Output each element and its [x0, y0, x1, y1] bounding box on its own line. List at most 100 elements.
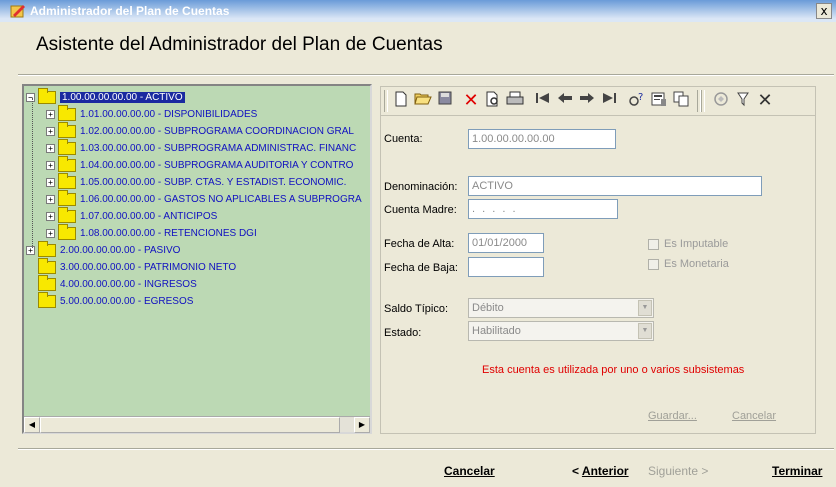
next-record-icon[interactable]	[577, 91, 597, 111]
title-bar: Administrador del Plan de Cuentas x	[0, 0, 836, 22]
account-form	[380, 116, 816, 434]
fecha-baja-field[interactable]	[468, 257, 544, 277]
chevron-down-icon[interactable]: ▼	[638, 323, 652, 339]
close-button[interactable]: x	[816, 3, 832, 19]
anterior-button[interactable]: < Anterior	[572, 464, 629, 478]
delete-icon[interactable]: ✕	[461, 91, 481, 111]
filter-icon[interactable]	[733, 91, 753, 111]
account-tree[interactable]: − 1.00.00.00.00.00 - ACTIVO +1.01.00.00.00…	[22, 84, 372, 434]
expand-icon[interactable]: +	[46, 228, 55, 238]
folder-icon	[58, 206, 76, 223]
tree-item[interactable]: +1.04.00.00.00.00 - SUBPROGRAMA AUDITORI…	[46, 155, 353, 174]
es-imputable-checkbox[interactable]: Es Imputable	[648, 238, 728, 250]
previous-record-icon[interactable]	[555, 91, 575, 111]
siguiente-button[interactable]: Siguiente >	[648, 464, 708, 478]
expand-icon[interactable]: +	[46, 211, 55, 221]
folder-icon	[58, 104, 76, 121]
expand-icon[interactable]: +	[46, 194, 55, 204]
search-help-icon[interactable]: ?	[627, 91, 647, 111]
tree-item-label: 2.00.00.00.00.00 - PASIVO	[60, 244, 181, 256]
last-record-icon[interactable]	[599, 91, 619, 111]
tree-item[interactable]: +2.00.00.00.00.00 - PASIVO	[26, 240, 181, 259]
folder-icon	[58, 223, 76, 240]
scroll-thumb[interactable]	[40, 417, 340, 433]
tree-horizontal-scrollbar[interactable]: ◀ ▶	[24, 416, 370, 433]
es-monetaria-checkbox[interactable]: Es Monetaria	[648, 258, 729, 270]
cuenta-label: Cuenta:	[384, 133, 423, 145]
copy-icon[interactable]	[671, 91, 691, 111]
tree-item-label: 1.00.00.00.00.00 - ACTIVO	[60, 91, 185, 103]
tree-item[interactable]: − 1.00.00.00.00.00 - ACTIVO	[26, 87, 185, 106]
tree-item[interactable]: 4.00.00.00.00.00 - INGRESOS	[26, 274, 197, 293]
first-record-icon[interactable]	[533, 91, 553, 111]
folder-icon	[38, 240, 56, 257]
tree-item[interactable]: 3.00.00.00.00.00 - PATRIMONIO NETO	[26, 257, 236, 276]
new-document-icon[interactable]	[391, 91, 411, 111]
save-disk-icon[interactable]	[435, 91, 455, 111]
scroll-left-arrow-icon[interactable]: ◀	[24, 417, 40, 433]
tree-item[interactable]: +1.08.00.00.00.00 - RETENCIONES DGI	[46, 223, 257, 242]
form-cancelar-button[interactable]: Cancelar	[732, 410, 776, 422]
expand-icon[interactable]: +	[46, 177, 55, 187]
fecha-alta-field[interactable]: 01/01/2000	[468, 233, 544, 253]
tree-item-label: 4.00.00.00.00.00 - INGRESOS	[60, 278, 197, 290]
tree-item-label: 5.00.00.00.00.00 - EGRESOS	[60, 295, 194, 307]
anterior-label: Anterior	[581, 464, 629, 478]
tree-item[interactable]: 5.00.00.00.00.00 - EGRESOS	[26, 291, 194, 310]
collapse-icon[interactable]: −	[26, 92, 35, 102]
folder-icon	[58, 155, 76, 172]
folder-icon	[38, 274, 56, 291]
cuenta-madre-label: Cuenta Madre:	[384, 204, 457, 216]
bottom-divider	[18, 448, 834, 450]
denominacion-label: Denominación:	[384, 181, 458, 193]
fecha-baja-label: Fecha de Baja:	[384, 262, 458, 274]
guardar-button[interactable]: Guardar...	[648, 410, 697, 422]
close-form-icon[interactable]: ✕	[755, 91, 775, 111]
folder-icon	[38, 291, 56, 308]
open-folder-icon[interactable]	[413, 91, 433, 111]
chevron-down-icon[interactable]: ▼	[638, 300, 652, 316]
tree-item-label: 1.06.00.00.00.00 - GASTOS NO APLICABLES …	[80, 193, 362, 205]
wizard-heading: Asistente del Administrador del Plan de …	[36, 34, 443, 55]
saldo-tipico-value: Débito	[472, 302, 504, 314]
tree-item-label: 1.02.00.00.00.00 - SUBPROGRAMA COORDINAC…	[80, 125, 354, 137]
expand-icon[interactable]: +	[46, 109, 55, 119]
estado-label: Estado:	[384, 327, 422, 339]
expand-icon[interactable]: +	[46, 126, 55, 136]
tree-item[interactable]: +1.05.00.00.00.00 - SUBP. CTAS. Y ESTADI…	[46, 172, 347, 191]
cuenta-madre-field[interactable]: . . . . .	[468, 199, 618, 219]
scroll-right-arrow-icon[interactable]: ▶	[354, 417, 370, 433]
terminar-button[interactable]: Terminar	[772, 464, 822, 478]
folder-icon	[58, 138, 76, 155]
expand-icon[interactable]: +	[46, 160, 55, 170]
tree-item[interactable]: +1.02.00.00.00.00 - SUBPROGRAMA COORDINA…	[46, 121, 354, 140]
tree-viewport: − 1.00.00.00.00.00 - ACTIVO +1.01.00.00.00…	[24, 86, 370, 416]
expand-icon[interactable]: +	[26, 245, 35, 255]
saldo-tipico-select[interactable]: Débito ▼	[468, 298, 654, 318]
tree-item-label: 1.03.00.00.00.00 - SUBPROGRAMA ADMINISTR…	[80, 142, 357, 154]
subsystem-warning: Esta cuenta es utilizada por uno o vario…	[482, 364, 745, 376]
tree-item[interactable]: +1.06.00.00.00.00 - GASTOS NO APLICABLES…	[46, 189, 362, 208]
checkbox-box[interactable]	[648, 238, 659, 250]
denominacion-field[interactable]: ACTIVO	[468, 176, 762, 196]
tree-item-label: 1.05.00.00.00.00 - SUBP. CTAS. Y ESTADIS…	[80, 176, 347, 188]
saldo-tipico-label: Saldo Típico:	[384, 303, 449, 315]
checkbox-box[interactable]	[648, 258, 659, 270]
folder-icon	[38, 87, 56, 104]
properties-icon[interactable]	[649, 91, 669, 111]
print-preview-icon[interactable]	[483, 91, 503, 111]
cancelar-button[interactable]: Cancelar	[444, 464, 495, 478]
folder-icon	[38, 257, 56, 274]
top-divider	[18, 74, 834, 76]
disabled-tag-icon[interactable]	[711, 91, 731, 111]
expand-icon[interactable]: +	[46, 143, 55, 153]
print-icon[interactable]	[505, 91, 525, 111]
terminar-label: Terminar	[772, 464, 823, 478]
estado-select[interactable]: Habilitado ▼	[468, 321, 654, 341]
tree-item[interactable]: +1.03.00.00.00.00 - SUBPROGRAMA ADMINIST…	[46, 138, 357, 157]
tree-item[interactable]: +1.01.00.00.00.00 - DISPONIBILIDADES	[46, 104, 257, 123]
tree-item[interactable]: +1.07.00.00.00.00 - ANTICIPOS	[46, 206, 217, 225]
cuenta-field[interactable]: 1.00.00.00.00.00	[468, 129, 616, 149]
